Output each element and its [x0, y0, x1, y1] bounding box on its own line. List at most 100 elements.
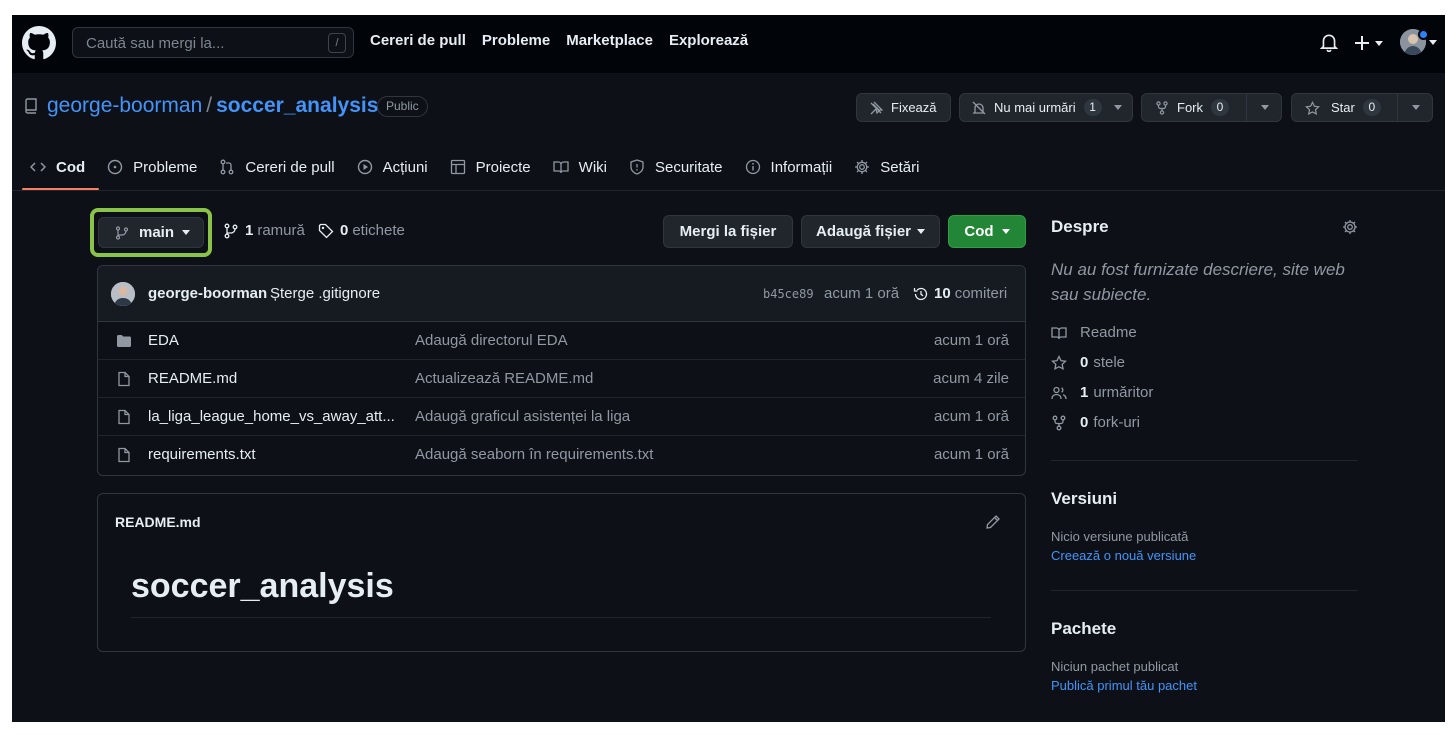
nav-marketplace[interactable]: Marketplace	[566, 32, 653, 49]
search-shortcut-key: /	[328, 33, 346, 53]
tab-settings[interactable]: Setări	[846, 145, 933, 189]
branch-name: main	[139, 224, 175, 241]
file-name[interactable]: requirements.txt	[148, 446, 398, 463]
tab-projects[interactable]: Proiecte	[442, 145, 545, 189]
tab-actions-label: Acțiuni	[382, 158, 428, 176]
forks-link[interactable]: 0 fork-uri	[1051, 414, 1140, 431]
add-file-button[interactable]: Adaugă fișier	[801, 215, 940, 248]
watch-chevron-down-icon	[1113, 105, 1122, 110]
top-nav: Cereri de pull Probleme Marketplace Expl…	[370, 32, 748, 49]
file-name[interactable]: la_liga_league_home_vs_away_att...	[148, 408, 398, 425]
watch-button[interactable]: Nu mai urmări 1	[959, 93, 1133, 122]
packages-title[interactable]: Pachete	[1051, 619, 1116, 639]
file-row[interactable]: README.md Actualizează README.md acum 4 …	[98, 360, 1025, 398]
tab-security-label: Securitate	[654, 158, 723, 176]
fork-label: Fork	[1177, 100, 1203, 115]
fork-icon	[1155, 100, 1169, 115]
folder-icon	[116, 333, 132, 349]
search-input[interactable]: Caută sau mergi la... /	[72, 27, 354, 58]
app-window: Caută sau mergi la... / Cereri de pull P…	[12, 15, 1445, 722]
go-to-file-button[interactable]: Mergi la fișier	[663, 215, 793, 248]
watchers-count: 1	[1080, 384, 1089, 401]
table-icon	[450, 159, 466, 175]
star-icon	[1051, 354, 1067, 371]
forks-count: 0	[1080, 414, 1089, 431]
code-button-label: Cod	[964, 223, 994, 240]
tab-wiki[interactable]: Wiki	[545, 145, 621, 189]
readme-label: Readme	[1080, 324, 1137, 341]
commit-sha[interactable]: b45ce89	[763, 287, 814, 301]
file-commit-message[interactable]: Actualizează README.md	[415, 370, 593, 387]
commit-author-avatar[interactable]	[111, 282, 135, 306]
tab-issues[interactable]: Probleme	[99, 145, 211, 189]
file-name[interactable]: README.md	[148, 370, 398, 387]
commits-label: comiteri	[954, 285, 1008, 302]
notifications-bell-icon[interactable]	[1320, 32, 1340, 54]
about-settings-gear-icon[interactable]	[1342, 219, 1358, 235]
fork-button[interactable]: Fork 0	[1141, 93, 1282, 122]
branch-selector-button[interactable]: main	[98, 217, 204, 248]
readme-filename[interactable]: README.md	[115, 514, 201, 530]
fork-chevron-down-icon[interactable]	[1246, 94, 1282, 121]
file-commit-message[interactable]: Adaugă graficul asistenței la liga	[415, 408, 630, 425]
repo-name-link[interactable]: soccer_analysis	[216, 94, 378, 117]
tab-actions[interactable]: Acțiuni	[349, 145, 442, 189]
file-row[interactable]: la_liga_league_home_vs_away_att... Adaug…	[98, 398, 1025, 436]
file-icon	[116, 447, 132, 463]
file-commit-time: acum 1 oră	[933, 446, 1009, 463]
readme-heading: soccer_analysis	[131, 567, 394, 605]
file-row[interactable]: requirements.txt Adaugă seaborn în requi…	[98, 436, 1025, 474]
tab-wiki-label: Wiki	[578, 158, 607, 176]
gear-icon	[854, 159, 870, 175]
tab-pull-requests-label: Cereri de pull	[245, 158, 335, 176]
file-commit-time: acum 1 oră	[933, 408, 1009, 425]
releases-title[interactable]: Versiuni	[1051, 489, 1117, 509]
stars-count: 0	[1080, 354, 1089, 371]
tab-insights[interactable]: Informații	[737, 145, 847, 189]
tab-projects-label: Proiecte	[475, 158, 531, 176]
people-icon	[1051, 385, 1067, 401]
bell-slash-icon	[972, 101, 986, 115]
readme-link[interactable]: Readme	[1051, 324, 1137, 341]
latest-commit-row: george-boorman Șterge .gitignore b45ce89…	[98, 266, 1025, 322]
pull-request-icon	[219, 159, 235, 175]
file-name[interactable]: EDA	[148, 332, 398, 349]
watch-counter: 1	[1083, 99, 1102, 116]
star-chevron-down-icon[interactable]	[1397, 94, 1433, 121]
forks-label: fork-uri	[1093, 414, 1141, 431]
file-commit-message[interactable]: Adaugă seaborn în requirements.txt	[415, 446, 653, 463]
branches-link[interactable]: 1 ramură	[223, 222, 305, 239]
code-button[interactable]: Cod	[948, 215, 1026, 248]
publish-package-link[interactable]: Publică primul tău pachet	[1051, 678, 1197, 693]
repo-owner-link[interactable]: george-boorman	[47, 94, 202, 117]
tab-code[interactable]: Cod	[22, 145, 100, 190]
tabs-divider	[12, 190, 1445, 191]
edit-pencil-icon[interactable]	[985, 514, 1001, 530]
file-commit-message[interactable]: Adaugă directorul EDA	[415, 332, 568, 349]
about-title: Despre	[1051, 217, 1109, 236]
nav-pull-requests[interactable]: Cereri de pull	[370, 32, 466, 49]
watchers-link[interactable]: 1 urmăritor	[1051, 384, 1153, 401]
file-row[interactable]: EDA Adaugă directorul EDA acum 1 oră	[98, 322, 1025, 360]
nav-explore[interactable]: Explorează	[669, 32, 748, 49]
github-logo-icon[interactable]	[22, 26, 56, 60]
star-button[interactable]: Star 0	[1291, 93, 1433, 122]
create-new-plus-icon[interactable]	[1354, 32, 1388, 54]
pin-button[interactable]: Fixează	[856, 93, 951, 122]
commit-author[interactable]: george-boorman	[148, 285, 267, 302]
info-icon	[745, 159, 761, 175]
nav-issues[interactable]: Probleme	[482, 32, 550, 49]
create-release-link[interactable]: Creează o nouă versiune	[1051, 548, 1196, 563]
readme-panel: README.md soccer_analysis	[97, 493, 1026, 652]
tags-link[interactable]: 0 etichete	[318, 222, 405, 239]
tab-settings-label: Setări	[880, 158, 920, 176]
stars-link[interactable]: 0 stele	[1051, 354, 1125, 371]
commit-message[interactable]: Șterge .gitignore	[270, 285, 380, 302]
avatar-chevron-down-icon[interactable]	[1429, 40, 1437, 45]
tab-security[interactable]: Securitate	[621, 145, 737, 189]
repo-tabs: Cod Probleme Cereri de pull Acțiuni Proi…	[22, 145, 933, 191]
tab-insights-label: Informații	[770, 158, 833, 176]
commits-link[interactable]: 10 comiteri	[913, 285, 1007, 302]
stars-label: stele	[1093, 354, 1126, 371]
tab-pull-requests[interactable]: Cereri de pull	[211, 145, 348, 189]
